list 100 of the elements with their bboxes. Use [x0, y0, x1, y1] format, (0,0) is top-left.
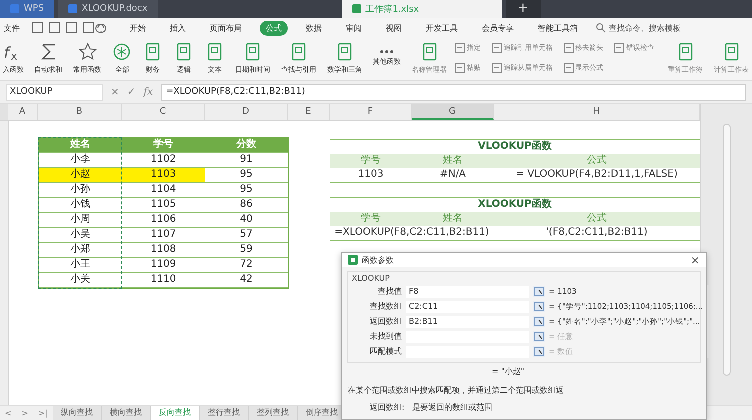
formula-field[interactable]: =XLOOKUP(F8,C2:C11,B2:B11) [161, 84, 746, 100]
table-cell-text: 91 [239, 153, 254, 167]
sheet-tab[interactable]: 横向查找 [102, 406, 151, 420]
search-icon [596, 23, 606, 33]
function-icon [454, 43, 465, 53]
range-select-button[interactable] [533, 301, 545, 312]
function-icon [112, 42, 132, 62]
function-icon [564, 63, 574, 73]
sheet-tab[interactable]: 纵向查找 [52, 406, 102, 420]
table-cell-text: 72 [239, 258, 254, 272]
argument-help-label: 返回数组: [370, 402, 405, 413]
column-heading: 姓名 [442, 212, 464, 226]
column-header[interactable]: B [38, 104, 122, 120]
range-icon [534, 302, 544, 311]
table-cell-text: 小关 [70, 273, 92, 287]
table-cell-text: 57 [239, 228, 254, 242]
scrollbar[interactable] [722, 124, 730, 376]
range-icon [534, 287, 544, 296]
ribbon-tab[interactable]: 开始 [124, 20, 152, 36]
table-cell-text: 1106 [150, 213, 178, 227]
range-icon [534, 347, 544, 356]
ribbon-tab[interactable]: 智能工具箱 [532, 20, 584, 36]
table-cell-text: #N/A [438, 168, 468, 182]
function-icon [564, 43, 574, 53]
column-heading: 分数 [235, 138, 258, 152]
table-cell-text: 1109 [150, 258, 178, 272]
range-select-button[interactable] [533, 346, 545, 357]
scrollbar[interactable] [707, 285, 710, 358]
function-name: XLOOKUP [352, 274, 391, 283]
table-cell-text: 小王 [70, 258, 92, 272]
ribbon-tab[interactable]: 视图 [380, 20, 408, 36]
table-cell-text: 86 [239, 198, 254, 212]
document-icon [352, 4, 362, 14]
column-header[interactable]: D [205, 104, 288, 120]
table-cell-text: 59 [239, 243, 254, 257]
argument-field[interactable]: F8 [406, 286, 529, 298]
table-cell-text: '(F8,C2:C11,B2:B11) [545, 226, 649, 240]
ribbon-tab[interactable]: 页面布局 [204, 20, 248, 36]
range-select-button[interactable] [533, 286, 545, 297]
more-icon [380, 50, 394, 54]
column-header[interactable]: A [8, 104, 38, 120]
table-cell-text: 小李 [70, 153, 92, 167]
document-icon [10, 4, 20, 14]
table-cell-text: 95 [239, 168, 254, 182]
column-heading: 学号 [152, 138, 175, 152]
ribbon-tab[interactable]: 会员专享 [476, 20, 520, 36]
dialog-title: 函数参数 [362, 254, 395, 266]
argument-label: 未找到值 [369, 331, 402, 342]
column-header[interactable]: G [412, 104, 494, 120]
table-cell-text: = VLOOKUP(F4,B2:D11,1,FALSE) [515, 168, 679, 182]
sheet-tab[interactable]: 整列查找 [248, 406, 298, 420]
table-cell-text: 1103 [357, 168, 385, 182]
table-cell-text: 1105 [150, 198, 178, 212]
ribbon-tab[interactable]: 审阅 [340, 20, 368, 36]
close-button[interactable]: × [690, 254, 700, 266]
name-box[interactable]: XLOOKUP [6, 84, 103, 100]
column-heading: 学号 [360, 154, 382, 168]
document-tab[interactable]: XLOOKUP.docx [58, 0, 158, 18]
column-heading: 公式 [586, 154, 608, 168]
range-icon [534, 317, 544, 326]
argument-label: 查找数组 [369, 301, 402, 312]
table-cell-text: 1102 [150, 153, 178, 167]
table-cell-text: 小郑 [70, 243, 92, 257]
column-heading: 姓名 [69, 138, 92, 152]
ribbon-tab[interactable]: 开发工具 [420, 20, 464, 36]
formula-result: = "小赵" [492, 366, 526, 377]
range-select-button[interactable] [533, 316, 545, 327]
argument-label: 查找值 [377, 286, 402, 297]
table-title: XLOOKUP函数 [477, 198, 553, 212]
argument-field[interactable]: B2:B11 [406, 316, 529, 328]
argument-field[interactable]: C2:C11 [406, 300, 529, 312]
table-cell-text: 小周 [70, 213, 92, 227]
column-header[interactable]: C [122, 104, 205, 120]
range-icon [534, 332, 544, 341]
ribbon-tab[interactable]: 插入 [164, 20, 192, 36]
file-menu[interactable]: 文件 [4, 22, 20, 34]
function-description: 在某个范围或数组中搜索匹配项，并通过第二个范围或数组返 [348, 385, 565, 396]
column-heading: 学号 [360, 212, 382, 226]
argument-label: 返回数组 [369, 316, 402, 327]
column-header[interactable]: E [288, 104, 330, 120]
function-icon [492, 63, 502, 73]
document-tab[interactable]: WPS [0, 0, 54, 18]
sheet-tab[interactable]: 整行查找 [200, 406, 249, 420]
table-title: VLOOKUP函数 [477, 140, 553, 154]
function-icon [614, 43, 624, 53]
search-field[interactable]: 查找命令、搜索模板 [596, 23, 706, 33]
table-cell-text: 小孙 [70, 183, 92, 197]
range-select-button[interactable] [533, 331, 545, 342]
argument-help: 是要返回的数组或范围 [412, 402, 493, 413]
function-icon [78, 42, 98, 62]
new-tab-button[interactable]: + [506, 0, 541, 18]
ribbon-tab[interactable]: 数据 [300, 20, 328, 36]
table-cell-text: 1110 [150, 273, 178, 287]
table-cell-text: =XLOOKUP(F8,C2:C11,B2:B11) [334, 226, 490, 240]
table-cell-text: 42 [239, 273, 254, 287]
document-icon [68, 4, 78, 14]
sheet-tab[interactable]: 反向查找 [150, 406, 200, 420]
column-heading: 公式 [586, 212, 608, 226]
table-cell-text: 小吴 [70, 228, 92, 242]
ribbon-tab[interactable]: 公式 [260, 20, 288, 36]
